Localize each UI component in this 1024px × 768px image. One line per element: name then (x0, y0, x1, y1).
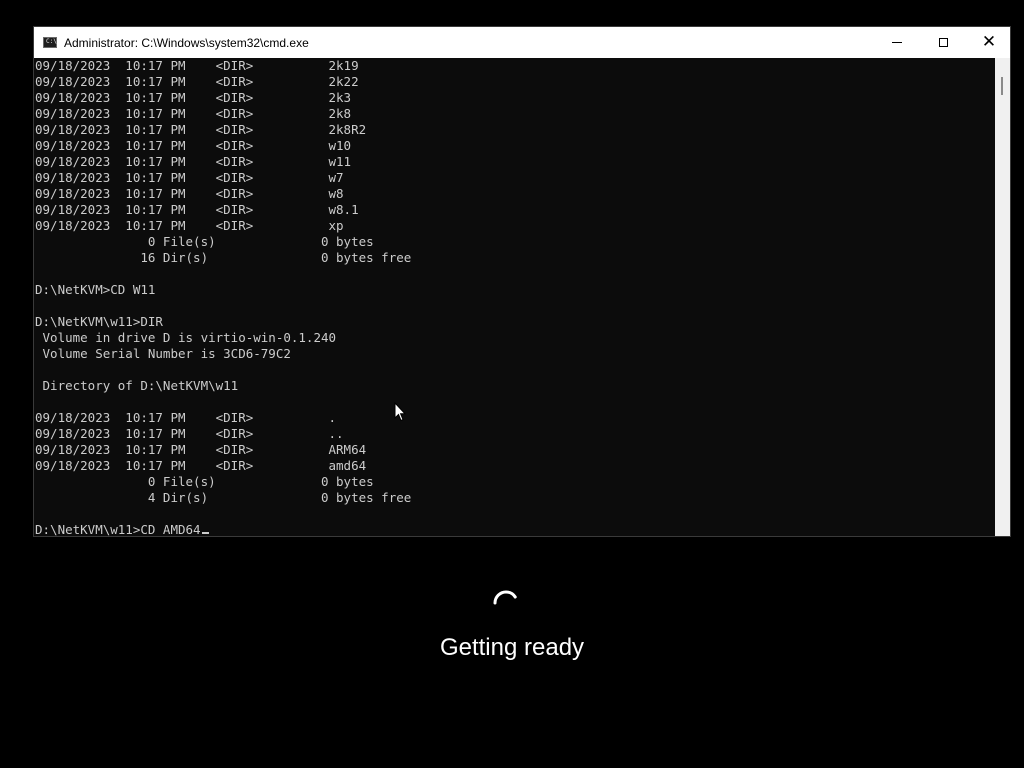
console-output[interactable]: 09/18/2023 10:17 PM <DIR> 2k19 09/18/202… (34, 58, 994, 536)
close-icon: ✕ (981, 32, 997, 52)
console-line: 09/18/2023 10:17 PM <DIR> 2k22 (35, 74, 359, 89)
command-prompt: D:\NetKVM\w11>CD AMD64 (35, 522, 201, 536)
console-prompt-line[interactable]: D:\NetKVM\w11>CD AMD64 (34, 522, 994, 536)
scrollbar-thumb[interactable] (1001, 77, 1003, 95)
console-line: 09/18/2023 10:17 PM <DIR> xp (35, 218, 344, 233)
minimize-icon (892, 42, 902, 43)
console-line: 0 File(s) 0 bytes (35, 234, 374, 249)
getting-ready-text: Getting ready (439, 634, 585, 661)
cmd-icon: C:\ (43, 37, 57, 48)
console-line: Volume Serial Number is 3CD6-79C2 (35, 346, 291, 361)
title-bar[interactable]: C:\ Administrator: C:\Windows\system32\c… (34, 27, 1010, 58)
console-line: 09/18/2023 10:17 PM <DIR> w11 (35, 154, 352, 169)
console-line: 09/18/2023 10:17 PM <DIR> amd64 (35, 458, 367, 473)
console-line: 4 Dir(s) 0 bytes free (35, 490, 412, 505)
console-line: Directory of D:\NetKVM\w11 (35, 378, 239, 393)
maximize-icon (938, 38, 948, 47)
console-line: 09/18/2023 10:17 PM <DIR> 2k19 (35, 58, 359, 73)
console-line: 09/18/2023 10:17 PM <DIR> 2k8R2 (35, 122, 367, 137)
console-line: 09/18/2023 10:17 PM <DIR> w8 (35, 186, 344, 201)
console-line: 09/18/2023 10:17 PM <DIR> w7 (35, 170, 344, 185)
mouse-pointer-icon (394, 402, 406, 422)
console-line: 09/18/2023 10:17 PM <DIR> w10 (35, 138, 352, 153)
console-text: 09/18/2023 10:17 PM <DIR> 2k19 09/18/202… (34, 58, 994, 522)
console-line: 09/18/2023 10:17 PM <DIR> ARM64 (35, 442, 367, 457)
cmd-window: C:\ Administrator: C:\Windows\system32\c… (33, 26, 1011, 537)
minimize-button[interactable] (874, 27, 920, 58)
loading-spinner-icon (493, 590, 519, 605)
console-line: 16 Dir(s) 0 bytes free (35, 250, 412, 265)
maximize-button[interactable] (920, 27, 966, 58)
console-line: 09/18/2023 10:17 PM <DIR> . (35, 410, 337, 425)
console-line: 09/18/2023 10:17 PM <DIR> 2k8 (35, 106, 352, 121)
vertical-scrollbar[interactable] (995, 58, 1010, 536)
console-line: 09/18/2023 10:17 PM <DIR> 2k3 (35, 90, 352, 105)
console-line: 09/18/2023 10:17 PM <DIR> .. (35, 426, 344, 441)
console-line: 0 File(s) 0 bytes (35, 474, 374, 489)
cmd-icon-text: C:\ (46, 38, 57, 45)
console-line: D:\NetKVM>CD W11 (35, 282, 156, 297)
console-line: 09/18/2023 10:17 PM <DIR> w8.1 (35, 202, 359, 217)
window-title: Administrator: C:\Windows\system32\cmd.e… (64, 36, 309, 50)
console-line: D:\NetKVM\w11>DIR (35, 314, 163, 329)
close-button[interactable]: ✕ (966, 27, 1012, 58)
text-caret (201, 532, 209, 534)
console-line: Volume in drive D is virtio-win-0.1.240 (35, 330, 337, 345)
